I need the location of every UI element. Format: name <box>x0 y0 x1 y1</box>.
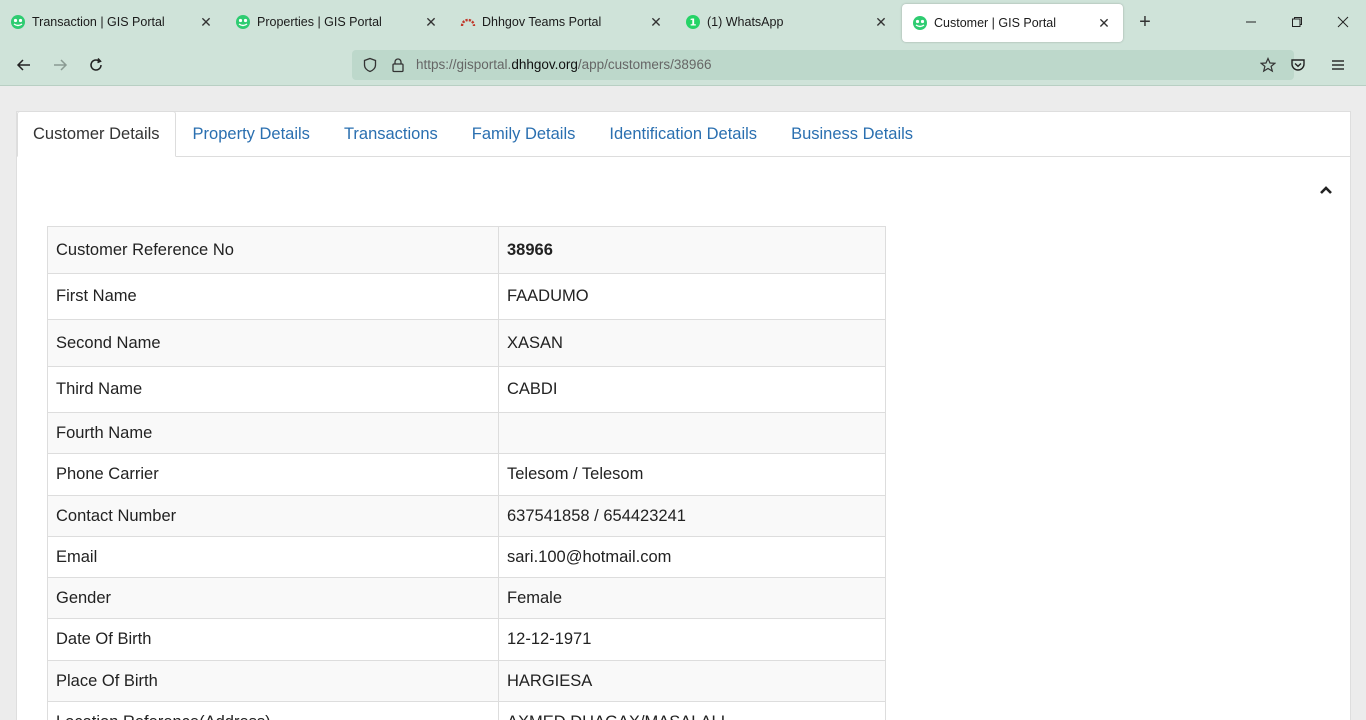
pocket-icon <box>1291 58 1305 71</box>
browser-tab-customer[interactable]: Customer | GIS Portal ✕ <box>902 4 1123 42</box>
table-row: Contact Number 637541858 / 654423241 <box>47 495 886 537</box>
table-row: Location Reference(Address) AXMED DHAGAX… <box>47 701 886 720</box>
customer-details-table: Customer Reference No 38966 First Name F… <box>47 226 886 720</box>
teams-portal-icon <box>460 14 476 30</box>
row-value: 637541858 / 654423241 <box>498 495 886 537</box>
close-icon <box>1337 16 1349 28</box>
browser-tab-whatsapp[interactable]: 1 (1) WhatsApp ✕ <box>675 0 900 44</box>
arrow-left-icon <box>16 58 30 71</box>
browser-tab-properties[interactable]: Properties | GIS Portal ✕ <box>225 0 450 44</box>
browser-tab-transaction[interactable]: Transaction | GIS Portal ✕ <box>0 0 225 44</box>
chevron-up-icon <box>1320 186 1332 194</box>
collapse-button[interactable] <box>1316 180 1336 200</box>
close-icon[interactable]: ✕ <box>422 13 440 31</box>
row-label: First Name <box>47 273 499 320</box>
back-button[interactable] <box>8 49 40 81</box>
tab-title: Transaction | GIS Portal <box>32 15 165 29</box>
close-icon[interactable]: ✕ <box>647 13 665 31</box>
table-row: Gender Female <box>47 577 886 619</box>
row-value: HARGIESA <box>498 660 886 702</box>
url-text[interactable]: https://gisportal.dhhgov.org/app/custome… <box>416 57 1258 72</box>
hamburger-menu-icon <box>1332 59 1344 70</box>
whatsapp-icon: 1 <box>685 14 701 30</box>
row-label: Date Of Birth <box>47 618 499 661</box>
tab-customer-details[interactable]: Customer Details <box>17 111 176 157</box>
new-tab-button[interactable]: + <box>1125 0 1165 44</box>
tab-title: (1) WhatsApp <box>707 15 784 29</box>
close-window-button[interactable] <box>1320 0 1366 44</box>
row-value: AXMED DHAGAX/MASALALI <box>498 701 886 720</box>
table-row: Second Name XASAN <box>47 319 886 367</box>
row-label: Second Name <box>47 319 499 367</box>
row-value: CABDI <box>498 366 886 413</box>
row-value: 38966 <box>498 226 886 274</box>
close-icon[interactable]: ✕ <box>197 13 215 31</box>
row-label: Place Of Birth <box>47 660 499 702</box>
url-prefix: https://gisportal. <box>416 57 512 72</box>
tab-family-details[interactable]: Family Details <box>455 112 593 156</box>
pocket-button[interactable] <box>1282 49 1314 81</box>
row-value: Telesom / Telesom <box>498 453 886 496</box>
tab-identification-details[interactable]: Identification Details <box>592 112 774 156</box>
toolbar-right <box>1282 49 1358 81</box>
shield-icon[interactable] <box>360 55 380 75</box>
restore-icon <box>1292 17 1302 27</box>
menu-button[interactable] <box>1322 49 1354 81</box>
tab-business-details[interactable]: Business Details <box>774 112 930 156</box>
close-icon[interactable]: ✕ <box>872 13 890 31</box>
row-value: XASAN <box>498 319 886 367</box>
arrow-right-icon <box>54 58 68 71</box>
browser-tab-teams-portal[interactable]: Dhhgov Teams Portal ✕ <box>450 0 675 44</box>
row-label: Contact Number <box>47 495 499 537</box>
tab-transactions[interactable]: Transactions <box>327 112 455 156</box>
table-row: Place Of Birth HARGIESA <box>47 660 886 702</box>
row-value: sari.100@hotmail.com <box>498 536 886 578</box>
customer-card: Customer Details Property Details Transa… <box>16 111 1351 720</box>
reload-icon <box>90 57 102 71</box>
row-label: Customer Reference No <box>47 226 499 274</box>
window-controls <box>1228 0 1366 44</box>
browser-nav-bar: https://gisportal.dhhgov.org/app/custome… <box>0 44 1366 86</box>
svg-text:1: 1 <box>690 18 697 29</box>
table-row: Phone Carrier Telesom / Telesom <box>47 453 886 496</box>
tab-property-details[interactable]: Property Details <box>176 112 327 156</box>
detail-tabs: Customer Details Property Details Transa… <box>17 111 1350 157</box>
browser-tab-bar: Transaction | GIS Portal ✕ Properties | … <box>0 0 1366 44</box>
table-row: Email sari.100@hotmail.com <box>47 536 886 578</box>
minimize-icon <box>1246 21 1256 23</box>
page-content: Customer Details Property Details Transa… <box>0 87 1366 720</box>
row-label: Location Reference(Address) <box>47 701 499 720</box>
table-row: First Name FAADUMO <box>47 273 886 320</box>
gis-portal-icon <box>235 14 251 30</box>
row-value: Female <box>498 577 886 619</box>
row-label: Gender <box>47 577 499 619</box>
gis-portal-icon <box>10 14 26 30</box>
tab-title: Properties | GIS Portal <box>257 15 382 29</box>
tab-title: Dhhgov Teams Portal <box>482 15 602 29</box>
forward-button[interactable] <box>44 49 76 81</box>
tab-title: Customer | GIS Portal <box>934 16 1057 30</box>
row-label: Phone Carrier <box>47 453 499 496</box>
url-path: /app/customers/38966 <box>577 57 712 72</box>
row-value: 12-12-1971 <box>498 618 886 661</box>
table-row: Fourth Name <box>47 412 886 454</box>
row-value <box>498 412 886 454</box>
gis-portal-icon <box>912 15 928 31</box>
plus-icon: + <box>1139 10 1151 33</box>
restore-button[interactable] <box>1274 0 1320 44</box>
address-bar[interactable]: https://gisportal.dhhgov.org/app/custome… <box>352 49 1294 80</box>
table-row: Date Of Birth 12-12-1971 <box>47 618 886 661</box>
table-row: Third Name CABDI <box>47 366 886 413</box>
minimize-button[interactable] <box>1228 0 1274 44</box>
star-icon[interactable] <box>1258 55 1278 75</box>
lock-icon[interactable] <box>388 55 408 75</box>
url-domain: dhhgov.org <box>511 57 578 72</box>
table-row: Customer Reference No 38966 <box>47 226 886 274</box>
row-label: Fourth Name <box>47 412 499 454</box>
row-value: FAADUMO <box>498 273 886 320</box>
row-label: Third Name <box>47 366 499 413</box>
reload-button[interactable] <box>80 49 112 81</box>
close-icon[interactable]: ✕ <box>1095 14 1113 32</box>
row-label: Email <box>47 536 499 578</box>
